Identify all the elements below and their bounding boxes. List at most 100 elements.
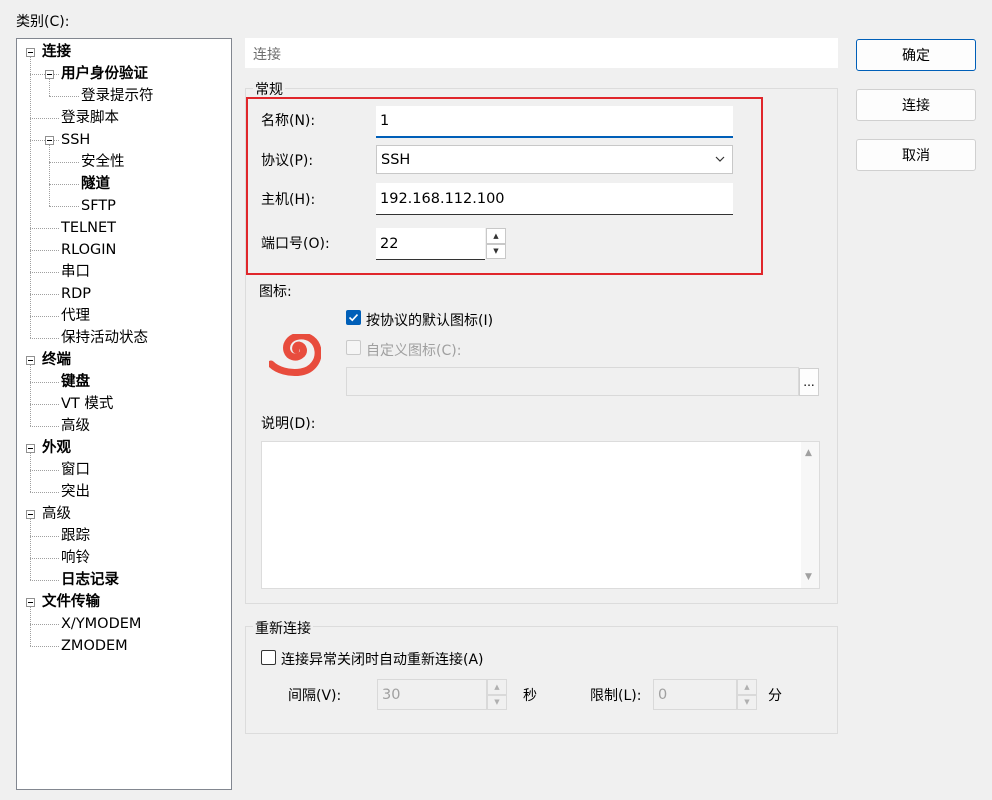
tree-item[interactable]: 安全性 <box>81 152 125 172</box>
auto-reconnect-checkbox[interactable] <box>261 650 276 665</box>
tree-guide-line <box>30 519 31 580</box>
scroll-up-icon[interactable]: ▲ <box>805 448 812 458</box>
tree-item[interactable]: 窗口 <box>61 460 90 480</box>
custom-icon-label: 自定义图标(C): <box>366 343 462 359</box>
icon-section-title: 图标: <box>259 284 292 300</box>
collapse-toggle-icon[interactable] <box>45 136 54 145</box>
tree-connector <box>49 162 79 163</box>
tree-item[interactable]: VT 模式 <box>61 394 113 414</box>
general-group-title: 常规 <box>253 79 285 99</box>
tree-item[interactable]: 突出 <box>61 482 90 502</box>
tree-item[interactable]: 跟踪 <box>61 526 90 546</box>
tree-item[interactable]: 代理 <box>61 306 90 326</box>
custom-icon-path-input[interactable] <box>346 367 799 396</box>
limit-input[interactable]: 0 <box>653 679 737 710</box>
tree-connector <box>30 294 59 295</box>
tree-item[interactable]: 用户身份验证 <box>61 64 148 84</box>
description-label: 说明(D): <box>261 416 316 432</box>
tree-connector <box>30 338 59 339</box>
tree-item[interactable]: 隧道 <box>81 174 110 194</box>
interval-input[interactable]: 30 <box>377 679 487 710</box>
limit-input-value: 0 <box>658 686 668 703</box>
scroll-down-icon[interactable]: ▼ <box>805 572 812 582</box>
seconds-unit: 秒 <box>523 688 537 704</box>
spin-up-icon[interactable]: ▲ <box>487 679 507 695</box>
tree-connector <box>30 404 59 405</box>
default-icon-checkbox[interactable] <box>346 310 361 325</box>
tree-item[interactable]: 连接 <box>42 42 71 62</box>
tree-guide-line <box>49 79 50 96</box>
collapse-toggle-icon[interactable] <box>26 356 35 365</box>
collapse-toggle-icon[interactable] <box>26 510 35 519</box>
collapse-toggle-icon[interactable] <box>26 444 35 453</box>
tree-guide-line <box>30 365 31 426</box>
tree-connector <box>30 470 59 471</box>
tree-item[interactable]: 登录提示符 <box>81 86 154 106</box>
collapse-toggle-icon[interactable] <box>26 598 35 607</box>
tree-connector <box>30 558 59 559</box>
tree-connector <box>49 184 79 185</box>
tree-connector <box>49 96 79 97</box>
limit-label: 限制(L): <box>590 688 642 704</box>
tree-guide-line <box>30 607 31 646</box>
custom-icon-checkbox[interactable] <box>346 340 361 355</box>
tree-item[interactable]: 终端 <box>42 350 71 370</box>
minutes-unit: 分 <box>768 688 782 704</box>
interval-input-value: 30 <box>382 686 401 703</box>
tree-item[interactable]: TELNET <box>61 218 116 238</box>
connect-button[interactable]: 连接 <box>856 89 976 121</box>
tree-connector <box>30 228 59 229</box>
tree-guide-line <box>30 453 31 492</box>
description-scrollbar[interactable]: ▲ ▼ <box>801 442 819 588</box>
reconnect-group-title: 重新连接 <box>253 618 313 638</box>
tree-item[interactable]: ZMODEM <box>61 636 128 656</box>
auto-reconnect-label: 连接异常关闭时自动重新连接(A) <box>281 652 484 668</box>
limit-spinner[interactable]: ▲ ▼ <box>737 679 757 710</box>
tree-connector <box>30 250 59 251</box>
tree-item[interactable]: 响铃 <box>61 548 90 568</box>
tree-item[interactable]: X/YMODEM <box>61 614 141 634</box>
tree-item[interactable]: 键盘 <box>61 372 90 392</box>
spin-down-icon[interactable]: ▼ <box>737 694 757 710</box>
collapse-toggle-icon[interactable] <box>45 70 54 79</box>
tree-item[interactable]: 高级 <box>61 416 90 436</box>
interval-label: 间隔(V): <box>288 688 342 704</box>
highlight-box <box>246 97 763 275</box>
tree-connector <box>30 426 59 427</box>
collapse-toggle-icon[interactable] <box>26 48 35 57</box>
interval-spinner[interactable]: ▲ ▼ <box>487 679 507 710</box>
tree-connector <box>30 646 59 647</box>
tree-connector <box>30 624 59 625</box>
tree-item[interactable]: RLOGIN <box>61 240 116 260</box>
tree-connector <box>30 536 59 537</box>
cancel-button[interactable]: 取消 <box>856 139 976 171</box>
browse-icon-button[interactable]: ... <box>799 368 819 396</box>
tree-connector <box>30 272 59 273</box>
tree-item[interactable]: 登录脚本 <box>61 108 119 128</box>
tree-item[interactable]: 外观 <box>42 438 71 458</box>
tree-connector <box>49 206 79 207</box>
ok-button[interactable]: 确定 <box>856 39 976 71</box>
section-header: 连接 <box>245 38 838 68</box>
tree-guide-line <box>30 57 31 338</box>
tree-item[interactable]: 串口 <box>61 262 90 282</box>
tree-item[interactable]: 保持活动状态 <box>61 328 148 348</box>
session-spiral-icon <box>269 334 321 376</box>
checkmark-icon <box>348 314 359 322</box>
tree-item[interactable]: 高级 <box>42 504 71 524</box>
spin-up-icon[interactable]: ▲ <box>737 679 757 695</box>
tree-guide-line <box>49 145 50 206</box>
tree-connector <box>30 580 59 581</box>
spin-down-icon[interactable]: ▼ <box>487 694 507 710</box>
category-tree[interactable]: 连接 用户身份验证 登录提示符 登录脚本 SSH 安全性 隧道 SFTP TELNET RLOGI… <box>16 38 232 790</box>
description-textarea[interactable]: ▲ ▼ <box>261 441 820 589</box>
tree-item[interactable]: 文件传输 <box>42 592 100 612</box>
category-label: 类别(C): <box>16 14 70 30</box>
tree-item[interactable]: 日志记录 <box>61 570 119 590</box>
tree-item[interactable]: SFTP <box>81 196 116 216</box>
tree-connector <box>30 382 59 383</box>
tree-item[interactable]: SSH <box>61 130 90 150</box>
tree-connector <box>30 492 59 493</box>
tree-item[interactable]: RDP <box>61 284 91 304</box>
tree-connector <box>30 118 59 119</box>
